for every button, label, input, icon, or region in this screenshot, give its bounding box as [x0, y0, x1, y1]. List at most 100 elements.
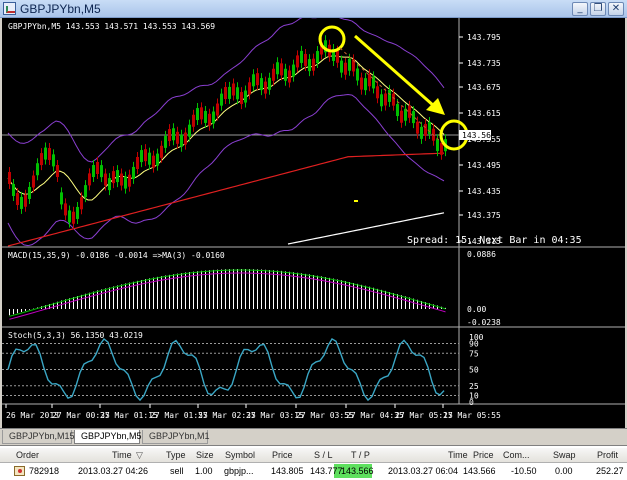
order-type: sell	[170, 466, 184, 476]
candle-body	[64, 203, 67, 216]
chart-tabs: GBPJPYbn,M15 GBPJPYbn,M5 GBPJPYbn,M1	[0, 428, 627, 444]
candle-body	[260, 78, 263, 91]
candle-body	[124, 176, 127, 189]
col-type[interactable]: Type	[166, 450, 186, 460]
candle-body	[120, 173, 123, 186]
commission-value: -10.50	[511, 466, 537, 476]
candle-body	[112, 171, 115, 184]
candle-body	[256, 73, 259, 86]
candle-body	[104, 173, 107, 186]
candle-body	[168, 129, 171, 142]
price-chart[interactable]: 143.795143.735143.675143.615143.555143.4…	[2, 18, 625, 428]
price-tick-label: 143.675	[467, 83, 501, 92]
candle-body	[292, 64, 295, 77]
candle-body	[132, 166, 135, 179]
close-time: 2013.03.27 06:04	[388, 466, 459, 476]
candle-body	[100, 165, 103, 178]
col-stop-loss[interactable]: S / L	[314, 450, 333, 460]
candle-body	[416, 121, 419, 134]
terminal-header-row: Order Time ▽ Type Size Symbol Price S / …	[0, 448, 627, 463]
price-tick-label: 143.795	[467, 33, 501, 42]
candle-body	[160, 145, 163, 158]
candle-body	[16, 193, 19, 206]
candle-body	[92, 165, 95, 178]
time-tick-label: 27 Mar 05:55	[443, 411, 501, 420]
price-tick-label: 143.735	[467, 59, 501, 68]
candle-body	[336, 50, 339, 63]
fast-ma-line	[7, 55, 445, 201]
minimize-button[interactable]: _	[572, 2, 588, 16]
candle-body	[192, 114, 195, 127]
candle-body	[224, 87, 227, 100]
chart-window-icon	[3, 2, 16, 15]
close-price: 143.566	[463, 466, 496, 476]
candle-body	[84, 185, 87, 198]
terminal-panel: Order Time ▽ Type Size Symbol Price S / …	[0, 445, 627, 480]
candle-body	[384, 93, 387, 106]
candle-body	[172, 128, 175, 141]
candle-body	[368, 74, 371, 87]
tab-gbpjpy-m1[interactable]: GBPJPYbn,M1	[142, 430, 210, 444]
restore-button[interactable]: ❐	[590, 2, 606, 16]
price-tick-label: 143.615	[467, 109, 501, 118]
stoch-axis-label: 0	[469, 398, 474, 407]
sort-down-icon: ▽	[136, 450, 143, 460]
macd-axis-top: 0.0886	[467, 250, 496, 259]
col-swap[interactable]: Swap	[553, 450, 576, 460]
candle-body	[156, 153, 159, 166]
macd-signal-line	[9, 272, 446, 320]
open-time: 2013.03.27 04:26	[78, 466, 149, 476]
candle-body	[128, 174, 131, 187]
candle-body	[20, 196, 23, 209]
close-button[interactable]: ✕	[608, 2, 624, 16]
candle-body	[288, 70, 291, 83]
col-close-price[interactable]: Price	[473, 450, 494, 460]
macd-axis-zero: 0.00	[467, 305, 486, 314]
col-profit[interactable]: Profit	[597, 450, 618, 460]
col-order[interactable]: Order	[16, 450, 39, 460]
window-titlebar[interactable]: GBPJPYbn,M5 _ ❐ ✕	[0, 0, 627, 18]
tab-gbpjpy-m5[interactable]: GBPJPYbn,M5	[74, 430, 142, 444]
candle-body	[316, 51, 319, 64]
candle-body	[388, 89, 391, 102]
col-commission[interactable]: Com...	[503, 450, 530, 460]
col-symbol[interactable]: Symbol	[225, 450, 255, 460]
candle-body	[80, 197, 83, 210]
candle-body	[28, 186, 31, 199]
candle-body	[400, 110, 403, 123]
candle-body	[208, 113, 211, 126]
order-icon	[14, 466, 25, 476]
tab-gbpjpy-m15[interactable]: GBPJPYbn,M15	[2, 430, 75, 444]
stoch-label: Stoch(5,3,3) 56.1350 43.0219	[8, 331, 143, 340]
candle-body	[148, 152, 151, 165]
stoch-axis-label: 90	[469, 340, 479, 349]
candle-body	[364, 78, 367, 91]
profit-value: 252.27	[596, 466, 624, 476]
macd-axis-bottom: -0.0238	[467, 318, 501, 327]
col-size[interactable]: Size	[196, 450, 214, 460]
window-title: GBPJPYbn,M5	[20, 2, 101, 16]
candle-body	[304, 53, 307, 66]
candle-body	[212, 111, 215, 124]
candle-body	[236, 87, 239, 100]
candle-body	[184, 132, 187, 145]
candle-body	[232, 83, 235, 96]
col-price[interactable]: Price	[272, 450, 293, 460]
spread-info: Spread: 15. Next Bar in 04:35	[407, 235, 582, 246]
candle-body	[436, 139, 439, 152]
stoch-axis-label: 50	[469, 366, 479, 375]
candle-body	[200, 107, 203, 120]
bid-price-label: 143.569	[462, 131, 496, 140]
col-time[interactable]: Time	[112, 450, 132, 460]
candle-body	[412, 111, 415, 124]
candle-body	[144, 149, 147, 162]
table-row[interactable]: 782918 2013.03.27 04:26 sell 1.00 gbpjp.…	[0, 463, 627, 479]
col-take-profit[interactable]: T / P	[351, 450, 370, 460]
candle-body	[32, 175, 35, 188]
candle-body	[312, 58, 315, 71]
candle-body	[396, 104, 399, 117]
symbol-info: GBPJPYbn,M5 143.553 143.571 143.553 143.…	[8, 22, 215, 31]
candle-body	[272, 68, 275, 81]
col-close-time[interactable]: Time	[448, 450, 468, 460]
candle-body	[52, 154, 55, 167]
